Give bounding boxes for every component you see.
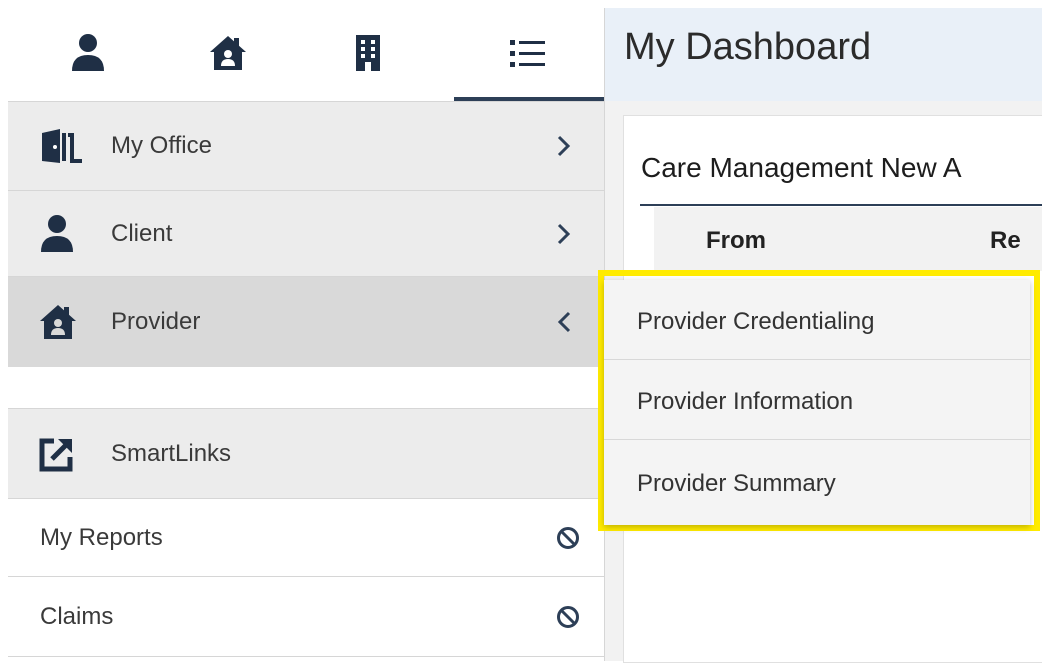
column-header-from[interactable]: From	[706, 227, 766, 255]
submenu-item-provider-information[interactable]: Provider Information	[604, 360, 1030, 440]
sidebar-item-provider[interactable]: Provider	[8, 277, 604, 367]
house-icon	[38, 303, 78, 341]
sidebar-item-client[interactable]: Client	[8, 191, 604, 277]
tab-building[interactable]	[338, 30, 398, 76]
sidebar-item-label: Claims	[40, 602, 114, 630]
chevron-right-icon	[556, 223, 572, 245]
chevron-right-icon	[556, 135, 572, 157]
tab-list[interactable]	[498, 30, 558, 76]
active-tab-indicator	[454, 97, 604, 101]
house-icon	[210, 36, 246, 70]
list-icon	[510, 40, 545, 67]
door-icon	[38, 127, 86, 165]
sidebar-item-label: SmartLinks	[111, 439, 232, 467]
sidebar-item-smartlinks[interactable]: SmartLinks	[8, 409, 604, 499]
sidebar-item-label: My Reports	[40, 523, 163, 551]
page-title: My Dashboard	[624, 26, 872, 68]
submenu-item-label: Provider Credentialing	[637, 308, 875, 335]
sidebar-item-claims[interactable]: Claims	[8, 577, 604, 657]
submenu-item-provider-credentialing[interactable]: Provider Credentialing	[604, 280, 1030, 360]
card-title: Care Management New A	[641, 152, 962, 183]
chevron-left-icon	[556, 311, 572, 333]
column-header-re[interactable]: Re	[990, 227, 1021, 255]
provider-submenu: Provider Credentialing Provider Informat…	[604, 280, 1030, 525]
sidebar-item-my-office[interactable]: My Office	[8, 102, 604, 191]
external-link-icon	[38, 435, 76, 473]
sidebar-item-label: Client	[111, 219, 173, 247]
sidebar-spacer	[8, 367, 604, 409]
ban-icon	[556, 526, 580, 550]
sidebar: My Office Client Provider SmartLinks My …	[8, 8, 605, 661]
building-icon	[356, 35, 380, 71]
sidebar-item-label: My Office	[111, 132, 212, 159]
ban-icon	[556, 605, 580, 629]
submenu-item-label: Provider Summary	[637, 470, 836, 497]
person-icon	[38, 214, 76, 254]
table-header: From Re	[654, 207, 1042, 271]
sidebar-item-label: Provider	[111, 308, 201, 335]
tab-house[interactable]	[198, 30, 258, 76]
sidebar-item-my-reports[interactable]: My Reports	[8, 499, 604, 577]
card-title-rule	[640, 204, 1042, 206]
provider-submenu-highlight: Provider Credentialing Provider Informat…	[598, 270, 1040, 531]
submenu-item-provider-summary[interactable]: Provider Summary	[604, 440, 1030, 525]
person-icon	[72, 34, 104, 71]
sidebar-top-tabs	[8, 8, 604, 102]
tab-person[interactable]	[58, 30, 118, 76]
dashboard-header: My Dashboard	[605, 8, 1042, 101]
submenu-item-label: Provider Information	[637, 388, 854, 415]
